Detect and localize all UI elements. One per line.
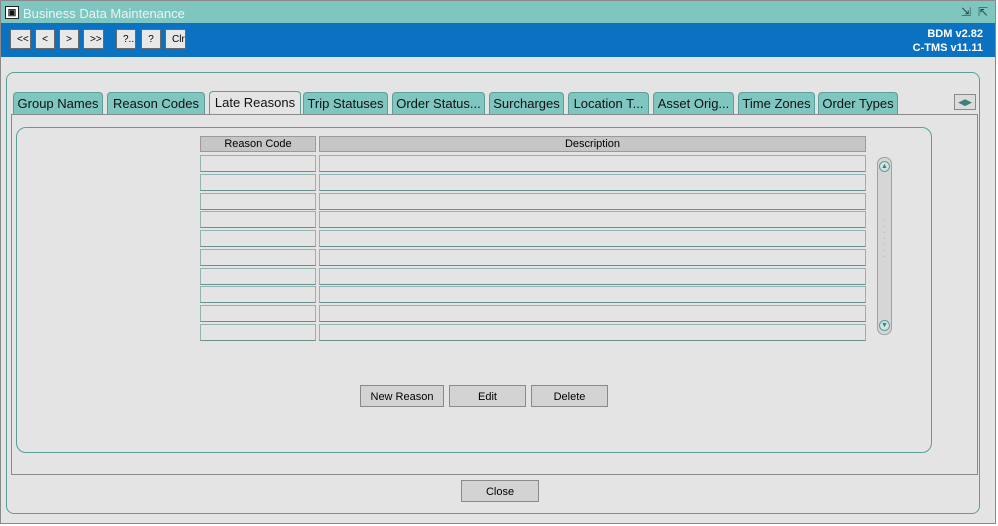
toolbar: << < > >> ?.. ? Clr BDM v2.82 C-TMS v11.…	[1, 23, 995, 57]
reason-code-cell[interactable]	[200, 211, 316, 228]
reason-code-cell[interactable]	[200, 230, 316, 247]
tab-surcharges[interactable]: Surcharges	[489, 92, 564, 114]
window-title: Business Data Maintenance	[23, 6, 185, 21]
reason-code-cell[interactable]	[200, 286, 316, 303]
reason-code-cell[interactable]	[200, 174, 316, 191]
reason-code-cell[interactable]	[200, 324, 316, 341]
query-button[interactable]: ?..	[116, 29, 136, 49]
last-record-button[interactable]: >>	[83, 29, 104, 49]
first-record-button[interactable]: <<	[10, 29, 31, 49]
tab-order-status[interactable]: Order Status...	[392, 92, 485, 114]
scroll-down-icon[interactable]: ▼	[879, 320, 890, 331]
tab-order-types[interactable]: Order Types	[818, 92, 898, 114]
new-reason-button[interactable]: New Reason	[360, 385, 444, 407]
tab-late-reasons[interactable]: Late Reasons	[209, 91, 301, 115]
description-cell[interactable]	[319, 305, 866, 322]
minimize-icon[interactable]: ⇲	[961, 5, 971, 19]
tab-group-names[interactable]: Group Names	[13, 92, 103, 114]
column-header-description[interactable]: Description	[319, 136, 866, 152]
description-cell[interactable]	[319, 211, 866, 228]
help-button[interactable]: ?	[141, 29, 161, 49]
description-cell[interactable]	[319, 324, 866, 341]
scroll-thumb-icon[interactable]: · · · · · · ·	[880, 218, 889, 268]
reason-code-cell[interactable]	[200, 193, 316, 210]
tab-trip-statuses[interactable]: Trip Statuses	[303, 92, 388, 114]
delete-button[interactable]: Delete	[531, 385, 608, 407]
reason-code-cell[interactable]	[200, 249, 316, 266]
title-bar[interactable]: ▣ Business Data Maintenance ⇲ ⇱	[1, 1, 995, 23]
reason-code-cell[interactable]	[200, 155, 316, 172]
description-cell[interactable]	[319, 268, 866, 285]
next-record-button[interactable]: >	[59, 29, 79, 49]
description-cell[interactable]	[319, 230, 866, 247]
description-cell[interactable]	[319, 155, 866, 172]
description-cell[interactable]	[319, 286, 866, 303]
tab-asset-origins[interactable]: Asset Orig...	[653, 92, 734, 114]
tab-location-types[interactable]: Location T...	[568, 92, 649, 114]
scroll-up-icon[interactable]: ▲	[879, 161, 890, 172]
bdm-version: BDM v2.82	[927, 28, 983, 40]
reason-code-cell[interactable]	[200, 305, 316, 322]
reason-code-cell[interactable]	[200, 268, 316, 285]
grid-scrollbar[interactable]: ▲ · · · · · · · ▼	[877, 157, 892, 335]
tab-reason-codes[interactable]: Reason Codes	[107, 92, 205, 114]
ctms-version: C-TMS v11.11	[912, 42, 983, 54]
tab-scroll-arrows-icon[interactable]: ◀▶	[954, 94, 976, 110]
previous-record-button[interactable]: <	[35, 29, 55, 49]
description-cell[interactable]	[319, 193, 866, 210]
app-icon[interactable]: ▣	[5, 6, 19, 19]
description-cell[interactable]	[319, 174, 866, 191]
column-header-reason-code[interactable]: Reason Code	[200, 136, 316, 152]
clear-button[interactable]: Clr	[165, 29, 186, 49]
edit-button[interactable]: Edit	[449, 385, 526, 407]
close-button[interactable]: Close	[461, 480, 539, 502]
description-cell[interactable]	[319, 249, 866, 266]
maximize-icon[interactable]: ⇱	[978, 5, 988, 19]
tab-time-zones[interactable]: Time Zones	[738, 92, 815, 114]
